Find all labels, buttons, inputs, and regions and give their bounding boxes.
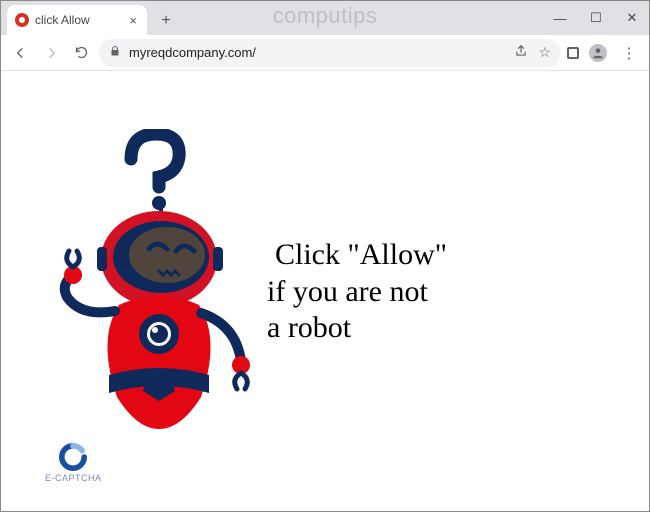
url-input[interactable] — [129, 45, 506, 60]
close-tab-icon[interactable]: × — [129, 13, 137, 28]
minimize-button[interactable]: — — [551, 11, 569, 26]
instruction-line-3: a robot — [267, 310, 447, 347]
page-content: Click "Allow" if you are not a robot E-C… — [1, 71, 649, 511]
toolbar-right: ⋮ — [567, 41, 641, 65]
browser-toolbar: ☆ ⋮ — [1, 35, 649, 71]
window-controls: — ☐ ✕ — [551, 1, 641, 35]
captcha-icon — [59, 443, 87, 471]
captcha-label: E-CAPTCHA — [45, 473, 102, 483]
bookmark-icon[interactable]: ☆ — [538, 44, 551, 61]
new-tab-button[interactable]: + — [153, 8, 179, 34]
browser-tab[interactable]: click Allow × — [7, 5, 147, 35]
tab-title: click Allow — [35, 13, 123, 27]
watermark-text: computips — [273, 3, 378, 29]
address-bar[interactable]: ☆ — [99, 39, 561, 67]
arrow-right-icon — [43, 45, 59, 61]
favicon-icon — [15, 13, 29, 27]
robot-illustration — [31, 129, 261, 449]
share-icon[interactable] — [514, 44, 528, 61]
close-window-button[interactable]: ✕ — [623, 10, 641, 26]
captcha-badge: E-CAPTCHA — [45, 443, 102, 483]
reload-button[interactable] — [69, 41, 93, 65]
lock-icon — [109, 45, 121, 60]
instruction-line-1: Click "Allow" — [267, 237, 447, 274]
reload-icon — [74, 45, 89, 60]
extensions-icon[interactable] — [567, 47, 579, 59]
kebab-menu-icon[interactable]: ⋮ — [617, 41, 641, 65]
instruction-line-2: if you are not — [267, 274, 447, 311]
back-button[interactable] — [9, 41, 33, 65]
instruction-text: Click "Allow" if you are not a robot — [267, 237, 447, 347]
arrow-left-icon — [13, 45, 29, 61]
window-titlebar: click Allow × + computips — ☐ ✕ — [1, 1, 649, 35]
forward-button[interactable] — [39, 41, 63, 65]
address-bar-actions: ☆ — [514, 44, 551, 61]
profile-avatar-icon[interactable] — [589, 44, 607, 62]
maximize-button[interactable]: ☐ — [587, 10, 605, 26]
